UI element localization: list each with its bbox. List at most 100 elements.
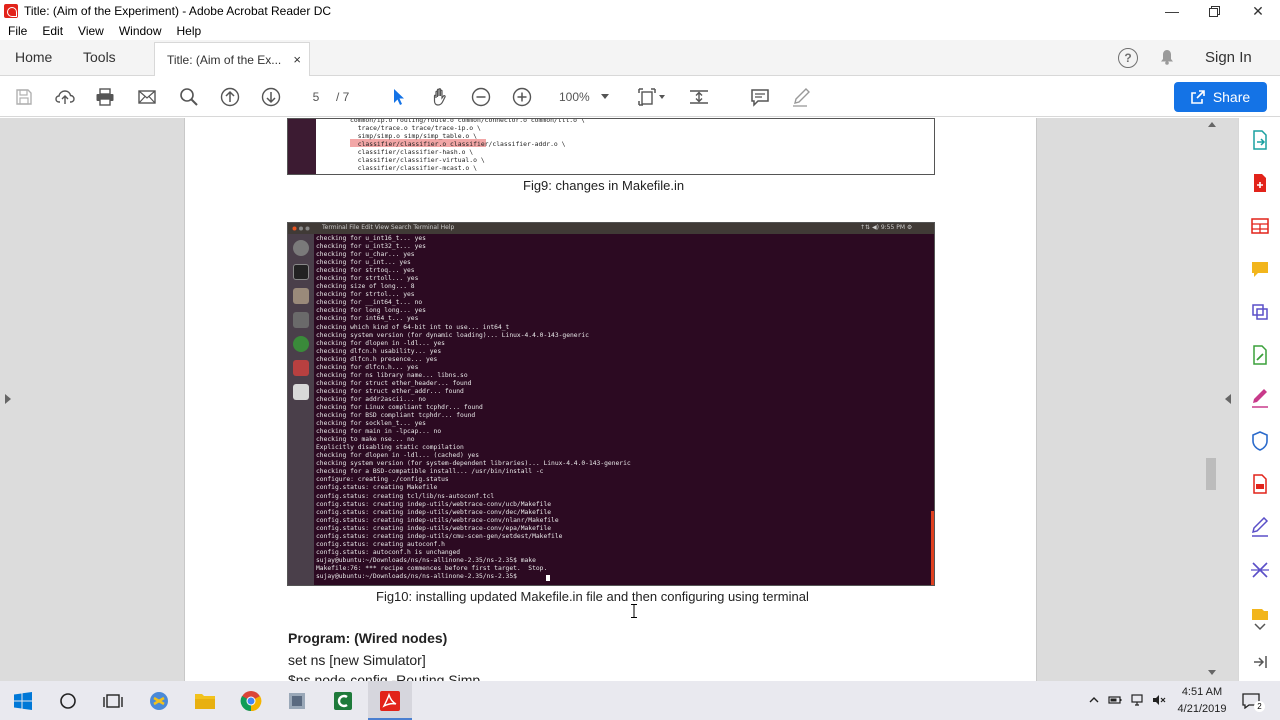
menu-file[interactable]: File: [8, 24, 27, 38]
more-tools-icon[interactable]: [1250, 603, 1270, 623]
cortana-search-icon[interactable]: [56, 689, 80, 713]
camtasia-icon[interactable]: [331, 689, 355, 713]
scroll-down-icon[interactable]: [1208, 670, 1216, 675]
pdf-page: common/ip.o routing/route.o common/conne…: [184, 118, 1037, 681]
print-icon[interactable]: [94, 86, 116, 108]
page-number-input[interactable]: 5: [303, 87, 329, 107]
tab-home[interactable]: Home: [15, 49, 52, 65]
scrollbar-thumb[interactable]: [1206, 458, 1216, 490]
upload-cloud-icon[interactable]: [54, 86, 76, 108]
protect-shield-icon[interactable]: [1250, 431, 1270, 451]
fig9-terminal-text: common/ip.o routing/route.o common/conne…: [350, 118, 585, 172]
send-for-review-icon[interactable]: [1250, 474, 1270, 494]
fit-page-icon[interactable]: [636, 86, 658, 108]
fig10-caption: Fig10: installing updated Makefile.in fi…: [376, 589, 809, 604]
document-viewport[interactable]: common/ip.o routing/route.o common/conne…: [0, 118, 1238, 681]
zoom-in-icon[interactable]: [511, 86, 533, 108]
window-title: Title: (Aim of the Experiment) - Adobe A…: [24, 4, 332, 18]
files-launcher-icon: [293, 288, 309, 304]
minimize-button[interactable]: —: [1150, 0, 1194, 22]
share-button[interactable]: Share: [1174, 82, 1267, 112]
fig9-terminal-edge: [288, 119, 316, 174]
window-controls-icon: [292, 226, 310, 231]
combine-files-icon[interactable]: [1250, 302, 1270, 322]
terminal-launcher-icon: [293, 264, 309, 280]
menu-bar: File Edit View Window Help: [0, 22, 1280, 40]
restore-button[interactable]: [1192, 0, 1236, 22]
close-window-button[interactable]: ✕: [1236, 0, 1280, 22]
chrome-launcher-icon: [293, 336, 309, 352]
notification-bell-icon[interactable]: [1160, 49, 1174, 65]
email-icon[interactable]: [136, 86, 158, 108]
battery-icon[interactable]: [1108, 693, 1122, 707]
comment-tool-icon[interactable]: [1250, 259, 1270, 279]
volume-muted-icon[interactable]: [1152, 693, 1166, 707]
fig10-status-text: ↑⇅ ◀) 9:55 PM ⚙: [860, 224, 913, 231]
zoom-level-dropdown[interactable]: 100%: [553, 87, 613, 107]
menu-edit[interactable]: Edit: [42, 24, 63, 38]
select-cursor-icon[interactable]: [388, 86, 410, 108]
close-tab-icon[interactable]: ×: [293, 52, 301, 67]
comment-icon[interactable]: [749, 86, 771, 108]
task-view-icon[interactable]: [101, 689, 125, 713]
search-icon[interactable]: [178, 86, 200, 108]
sign-in-link[interactable]: Sign In: [1205, 49, 1252, 66]
organize-pages-icon[interactable]: [1250, 216, 1270, 236]
toolbar: 5 / 7 100% Share: [0, 77, 1280, 117]
create-pdf-icon[interactable]: [1250, 173, 1270, 193]
fill-sign-icon[interactable]: [1250, 388, 1270, 408]
send-for-signature-icon[interactable]: [1250, 516, 1270, 537]
windows-start-icon[interactable]: [11, 689, 35, 713]
taskbar-clock-time[interactable]: 4:51 AM: [1180, 686, 1224, 698]
terminal-cursor: [546, 575, 550, 581]
network-icon[interactable]: [1130, 693, 1144, 707]
acrobat-taskbar-icon: [380, 690, 400, 711]
media-app-icon[interactable]: [147, 689, 171, 713]
collapse-panel-icon[interactable]: [1250, 652, 1270, 672]
show-hidden-icons-icon[interactable]: [1087, 693, 1101, 707]
edit-pdf-icon[interactable]: [1250, 345, 1270, 365]
program-line: set ns [new Simulator]: [288, 652, 426, 668]
fig10-terminal-screenshot: Terminal File Edit View Search Terminal …: [287, 222, 935, 586]
taskbar-clock-date[interactable]: 4/21/2019: [1173, 703, 1231, 715]
acrobat-taskbar-button[interactable]: [368, 681, 412, 720]
next-page-icon[interactable]: [260, 86, 282, 108]
fig10-ubuntu-topbar: Terminal File Edit View Search Terminal …: [288, 223, 934, 234]
ubuntu-launcher: [288, 234, 314, 585]
menu-view[interactable]: View: [78, 24, 104, 38]
share-icon: [1191, 90, 1205, 104]
text-cursor-icon: [631, 604, 637, 618]
app-launcher-icon: [293, 312, 309, 328]
pen-draw-icon[interactable]: [790, 86, 812, 108]
fig10-scrollbar: [931, 511, 934, 585]
ubuntu-dash-icon: [293, 240, 309, 256]
save-icon[interactable]: [13, 86, 35, 108]
virtual-machine-icon[interactable]: [285, 689, 309, 713]
previous-page-icon[interactable]: [219, 86, 241, 108]
tabs-bar: Home Tools Title: (Aim of the Ex... × ? …: [0, 40, 1280, 76]
scroll-up-icon[interactable]: [1208, 122, 1216, 127]
notification-count-badge: 2: [1254, 701, 1265, 712]
scroll-mode-icon[interactable]: [688, 86, 710, 108]
optimize-pdf-icon[interactable]: [1250, 560, 1270, 580]
menu-window[interactable]: Window: [119, 24, 162, 38]
software-launcher-icon: [293, 360, 309, 376]
left-panel-toggle-icon[interactable]: [5, 394, 11, 404]
vertical-scrollbar[interactable]: [1204, 118, 1221, 681]
tab-tools[interactable]: Tools: [83, 49, 116, 65]
hand-tool-icon[interactable]: [429, 86, 451, 108]
tab-document-label: Title: (Aim of the Ex...: [167, 52, 282, 67]
file-explorer-icon[interactable]: [193, 689, 217, 713]
fig9-screenshot: common/ip.o routing/route.o common/conne…: [287, 118, 935, 175]
fit-dropdown-chevron-icon[interactable]: [659, 95, 665, 99]
zoom-out-icon[interactable]: [470, 86, 492, 108]
fig10-terminal-text: checking for u_int16_t... yes checking f…: [316, 235, 631, 580]
help-icon[interactable]: ?: [1118, 48, 1138, 68]
menu-help[interactable]: Help: [177, 24, 202, 38]
panel-scroll-down-icon[interactable]: [1250, 621, 1270, 631]
export-pdf-icon[interactable]: [1250, 130, 1270, 150]
right-panel-toggle-icon[interactable]: [1225, 394, 1231, 404]
chrome-icon[interactable]: [239, 689, 263, 713]
tab-document[interactable]: Title: (Aim of the Ex... ×: [154, 42, 310, 76]
fig10-menu-text: Terminal File Edit View Search Terminal …: [322, 224, 455, 231]
